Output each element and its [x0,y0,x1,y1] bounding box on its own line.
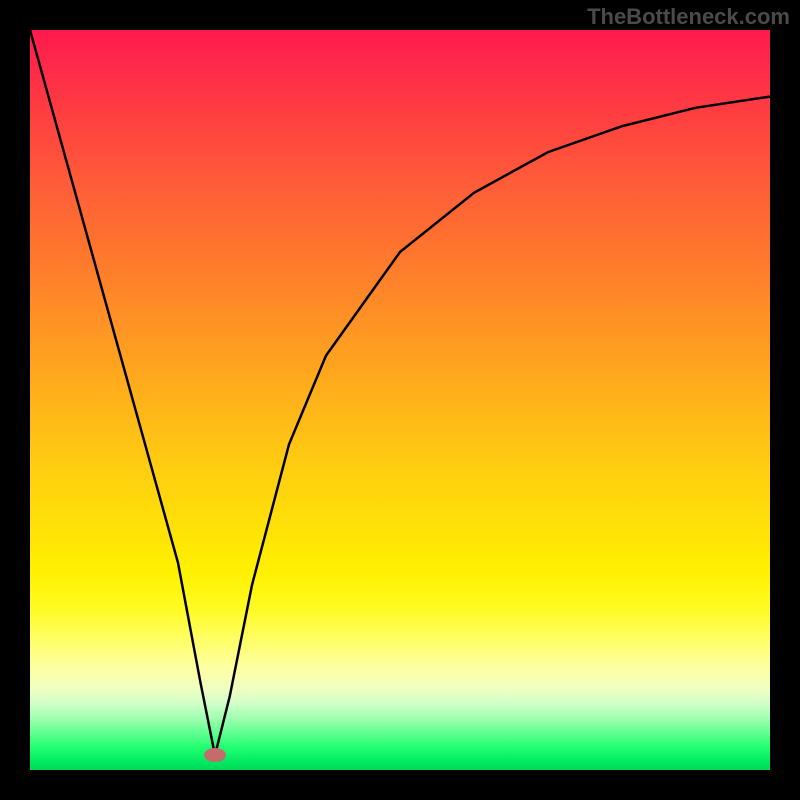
watermark-text: TheBottleneck.com [587,4,790,30]
bottleneck-curve [30,30,770,755]
optimal-marker [204,748,226,762]
plot-area [30,30,770,770]
curve-svg [30,30,770,770]
